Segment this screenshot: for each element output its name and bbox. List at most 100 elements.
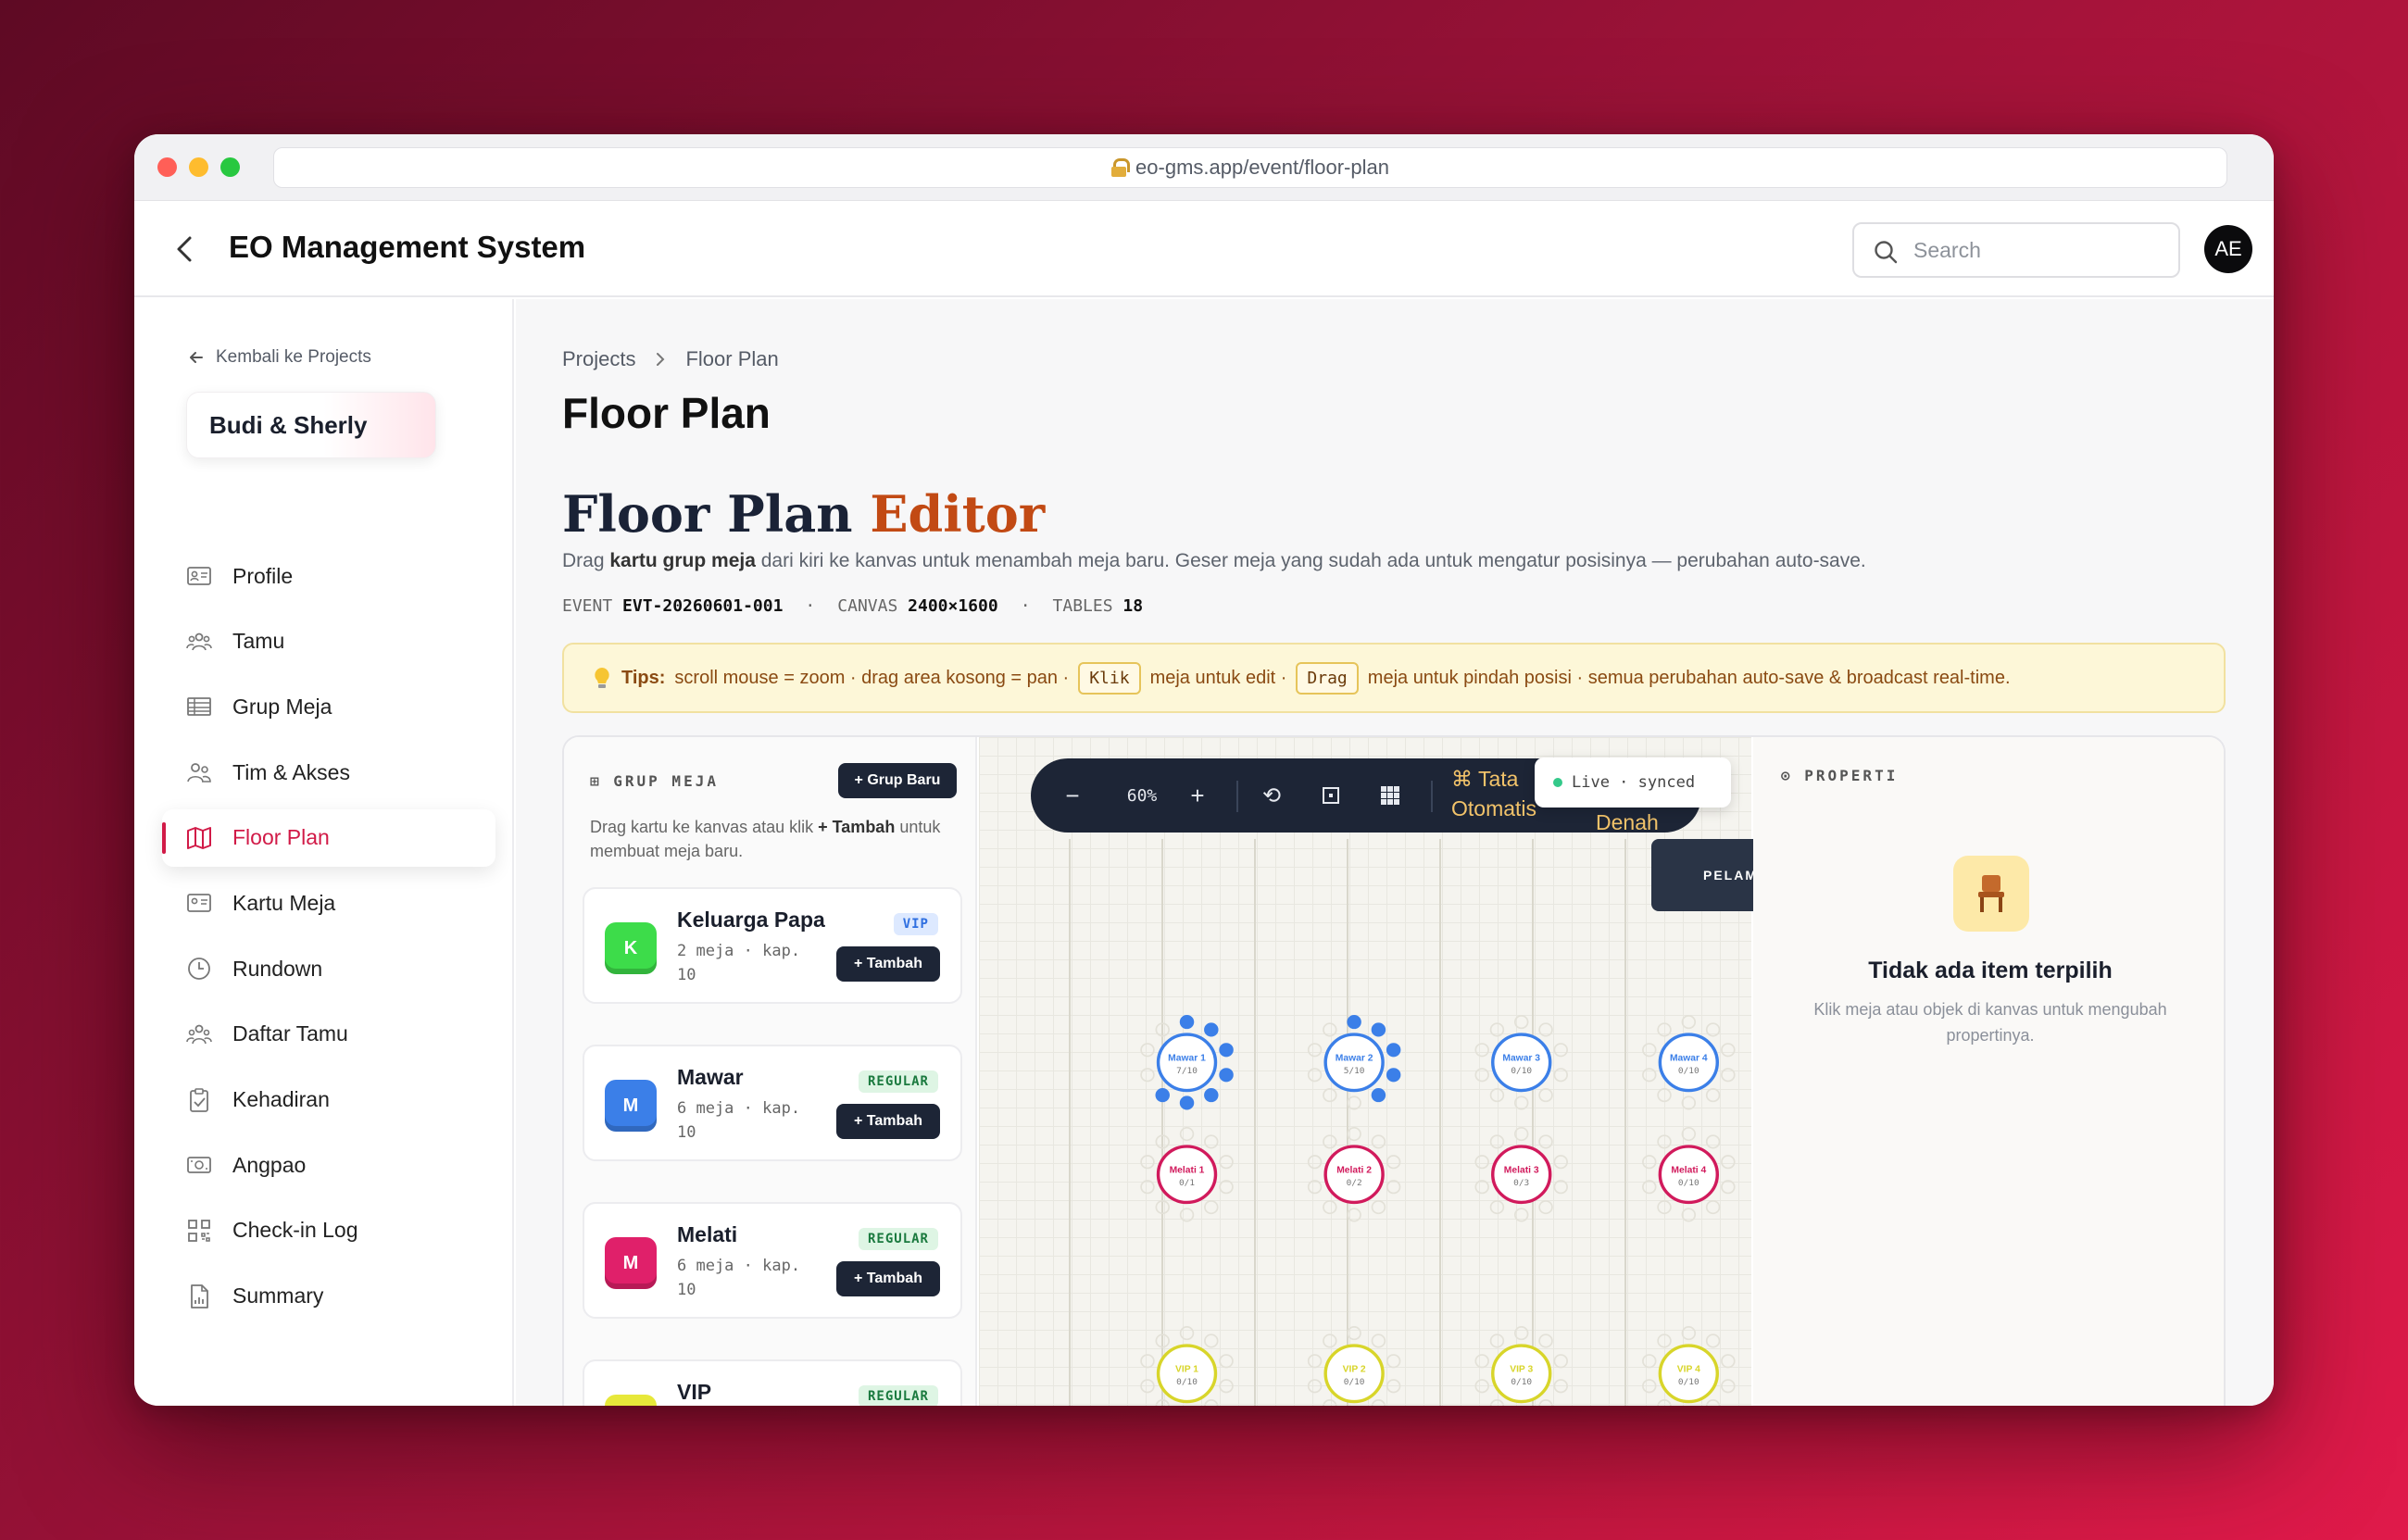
group-name: Keluarga Papa [677, 908, 825, 932]
sidebar-item-angpao[interactable]: Angpao [162, 1136, 495, 1194]
seat-mark [1179, 1015, 1195, 1030]
table-vip-1[interactable]: VIP 1 0/10 [1140, 1326, 1234, 1406]
sidebar-item-grup-meja[interactable]: Grup Meja [162, 678, 495, 735]
seat-mark [1140, 1180, 1155, 1195]
maximize-window-button[interactable] [220, 157, 240, 177]
editor-title-accent: Editor [870, 484, 1046, 544]
search-icon [1875, 241, 1898, 264]
seat-mark [1179, 1127, 1195, 1142]
seat-mark [1347, 1326, 1361, 1341]
seat-mark [1204, 1022, 1219, 1037]
seat-mark [1474, 1043, 1489, 1058]
table-melati-2[interactable]: Melati 2 0/2 [1307, 1127, 1401, 1222]
floor-canvas[interactable]: Mawar 1 7/10 Mawar 2 5/10 Mawar 3 0/10 Mawar 4… [979, 737, 1781, 1406]
group-card[interactable]: M Melati 6 meja · kap. 10 REGULAR + Tambah [583, 1202, 962, 1319]
group-initial-icon: M [605, 1237, 657, 1289]
table-melati-1[interactable]: Melati 1 0/1 [1140, 1127, 1234, 1222]
sidebar-item-tim-akses[interactable]: Tim & Akses [162, 744, 495, 801]
table-mawar-4[interactable]: Mawar 4 0/10 [1642, 1015, 1736, 1110]
add-table-button[interactable]: + Tambah [836, 946, 940, 982]
avatar[interactable]: AE [2204, 225, 2252, 273]
sidebar-item-rundown[interactable]: Rundown [162, 940, 495, 997]
auto-layout-button[interactable]: ⌘ Tata Otomatis [1451, 764, 1544, 823]
seat-mark [1386, 1354, 1401, 1369]
zoom-out-button[interactable]: − [1059, 779, 1086, 812]
sidebar-item-kartu-meja[interactable]: Kartu Meja [162, 874, 495, 932]
seat-mark [1721, 1180, 1736, 1195]
tips-part1: scroll mouse = zoom · drag area kosong =… [674, 667, 1070, 688]
desc-bold: kartu grup meja [609, 550, 756, 571]
tips-part2: meja untuk edit · [1149, 667, 1287, 688]
breadcrumb-projects[interactable]: Projects [562, 347, 635, 371]
search-placeholder: Search [1913, 237, 1981, 262]
seat-mark [1371, 1022, 1386, 1037]
seat-mark [1474, 1155, 1489, 1170]
kbd-drag: Drag [1296, 661, 1359, 695]
tips-banner: Tips: scroll mouse = zoom · drag area ko… [562, 643, 2226, 713]
sidebar-item-tamu[interactable]: Tamu [162, 613, 495, 670]
fit-screen-icon[interactable] [1312, 779, 1349, 812]
table-mawar-2[interactable]: Mawar 2 5/10 [1307, 1015, 1401, 1110]
group-card[interactable]: VVIP4 meja · kap. 10REGULAR+ Tambah [583, 1359, 962, 1406]
seat-mark [1489, 1333, 1505, 1348]
seat-mark [1307, 1043, 1323, 1058]
seat-mark [1307, 1379, 1323, 1394]
back-to-projects-link[interactable]: Kembali ke Projects [188, 347, 371, 368]
table-melati-4[interactable]: Melati 4 0/10 [1642, 1127, 1736, 1222]
seat-mark [1219, 1068, 1234, 1083]
seat-mark [1140, 1354, 1155, 1369]
sidebar-item-daftar-tamu[interactable]: Daftar Tamu [162, 1006, 495, 1063]
seat-mark [1489, 1399, 1505, 1406]
grid-toggle-icon[interactable] [1372, 779, 1409, 812]
meta-separator: · [805, 596, 816, 616]
seat-mark [1642, 1068, 1657, 1083]
denah-button[interactable]: Denah [1596, 810, 1659, 835]
sidebar-item-summary[interactable]: Summary [162, 1268, 495, 1325]
zoom-in-button[interactable]: + [1184, 779, 1211, 812]
seat-mark [1347, 1096, 1361, 1110]
tips-part3: meja untuk pindah posisi · semua perubah… [1367, 667, 2011, 688]
seat-mark [1323, 1134, 1337, 1149]
back-arrow-icon[interactable] [169, 232, 203, 266]
close-window-button[interactable] [157, 157, 177, 177]
users-icon [186, 632, 212, 650]
search-input[interactable]: Search [1852, 222, 2180, 278]
table-melati-3[interactable]: Melati 3 0/3 [1474, 1127, 1568, 1222]
sidebar-item-profile[interactable]: Profile [162, 547, 495, 605]
desc-post: dari kiri ke kanvas untuk menambah meja … [755, 550, 1866, 571]
seat-mark [1642, 1155, 1657, 1170]
sidebar-item-floor-plan[interactable]: Floor Plan [162, 808, 495, 867]
seat-mark [1705, 1200, 1721, 1215]
add-table-button[interactable]: + Tambah [836, 1261, 940, 1296]
seat-mark [1371, 1399, 1386, 1406]
add-table-button[interactable]: + Tambah [836, 1104, 940, 1139]
browser-window: eo-gms.app/event/floor-plan EO Managemen… [134, 134, 2274, 1406]
seat-mark [1474, 1180, 1489, 1195]
tips-label: Tips: [621, 667, 666, 688]
group-card[interactable]: K Keluarga Papa 2 meja · kap. 10 VIP + Tamba… [583, 887, 962, 1004]
table-name-label: VIP 3 [1510, 1365, 1533, 1375]
reset-view-icon[interactable]: ⟲ [1253, 779, 1290, 812]
sidebar-item-label: Tim & Akses [232, 759, 350, 784]
group-meta: 2 meja · kap. 10 [677, 942, 801, 984]
address-bar[interactable]: eo-gms.app/event/floor-plan [273, 147, 2227, 188]
table-vip-4[interactable]: VIP 4 0/10 [1642, 1326, 1736, 1406]
table-vip-3[interactable]: VIP 3 0/10 [1474, 1326, 1568, 1406]
seat-mark [1204, 1200, 1219, 1215]
seat-mark [1681, 1096, 1697, 1110]
seat-mark [1386, 1379, 1401, 1394]
group-badge: REGULAR [858, 1385, 938, 1406]
table-name-label: VIP 1 [1175, 1365, 1198, 1375]
group-card[interactable]: M Mawar 6 meja · kap. 10 REGULAR + Tambah [583, 1045, 962, 1161]
new-group-button[interactable]: + Grup Baru [838, 763, 957, 798]
seat-mark [1642, 1180, 1657, 1195]
table-mawar-3[interactable]: Mawar 3 0/10 [1474, 1015, 1568, 1110]
table-vip-2[interactable]: VIP 2 0/10 [1307, 1326, 1401, 1406]
table-mawar-1[interactable]: Mawar 1 7/10 [1140, 1015, 1234, 1110]
minimize-window-button[interactable] [189, 157, 208, 177]
sidebar-item-kehadiran[interactable]: Kehadiran [162, 1071, 495, 1129]
canvas-grid: Mawar 17/10 Mawar 25/10 Mawar 30/10 Mawar 4… [1069, 839, 1736, 1406]
money-icon [187, 1157, 211, 1174]
sidebar-item-check-in-log[interactable]: Check-in Log [162, 1202, 495, 1259]
chair-glyph [1978, 875, 2004, 912]
